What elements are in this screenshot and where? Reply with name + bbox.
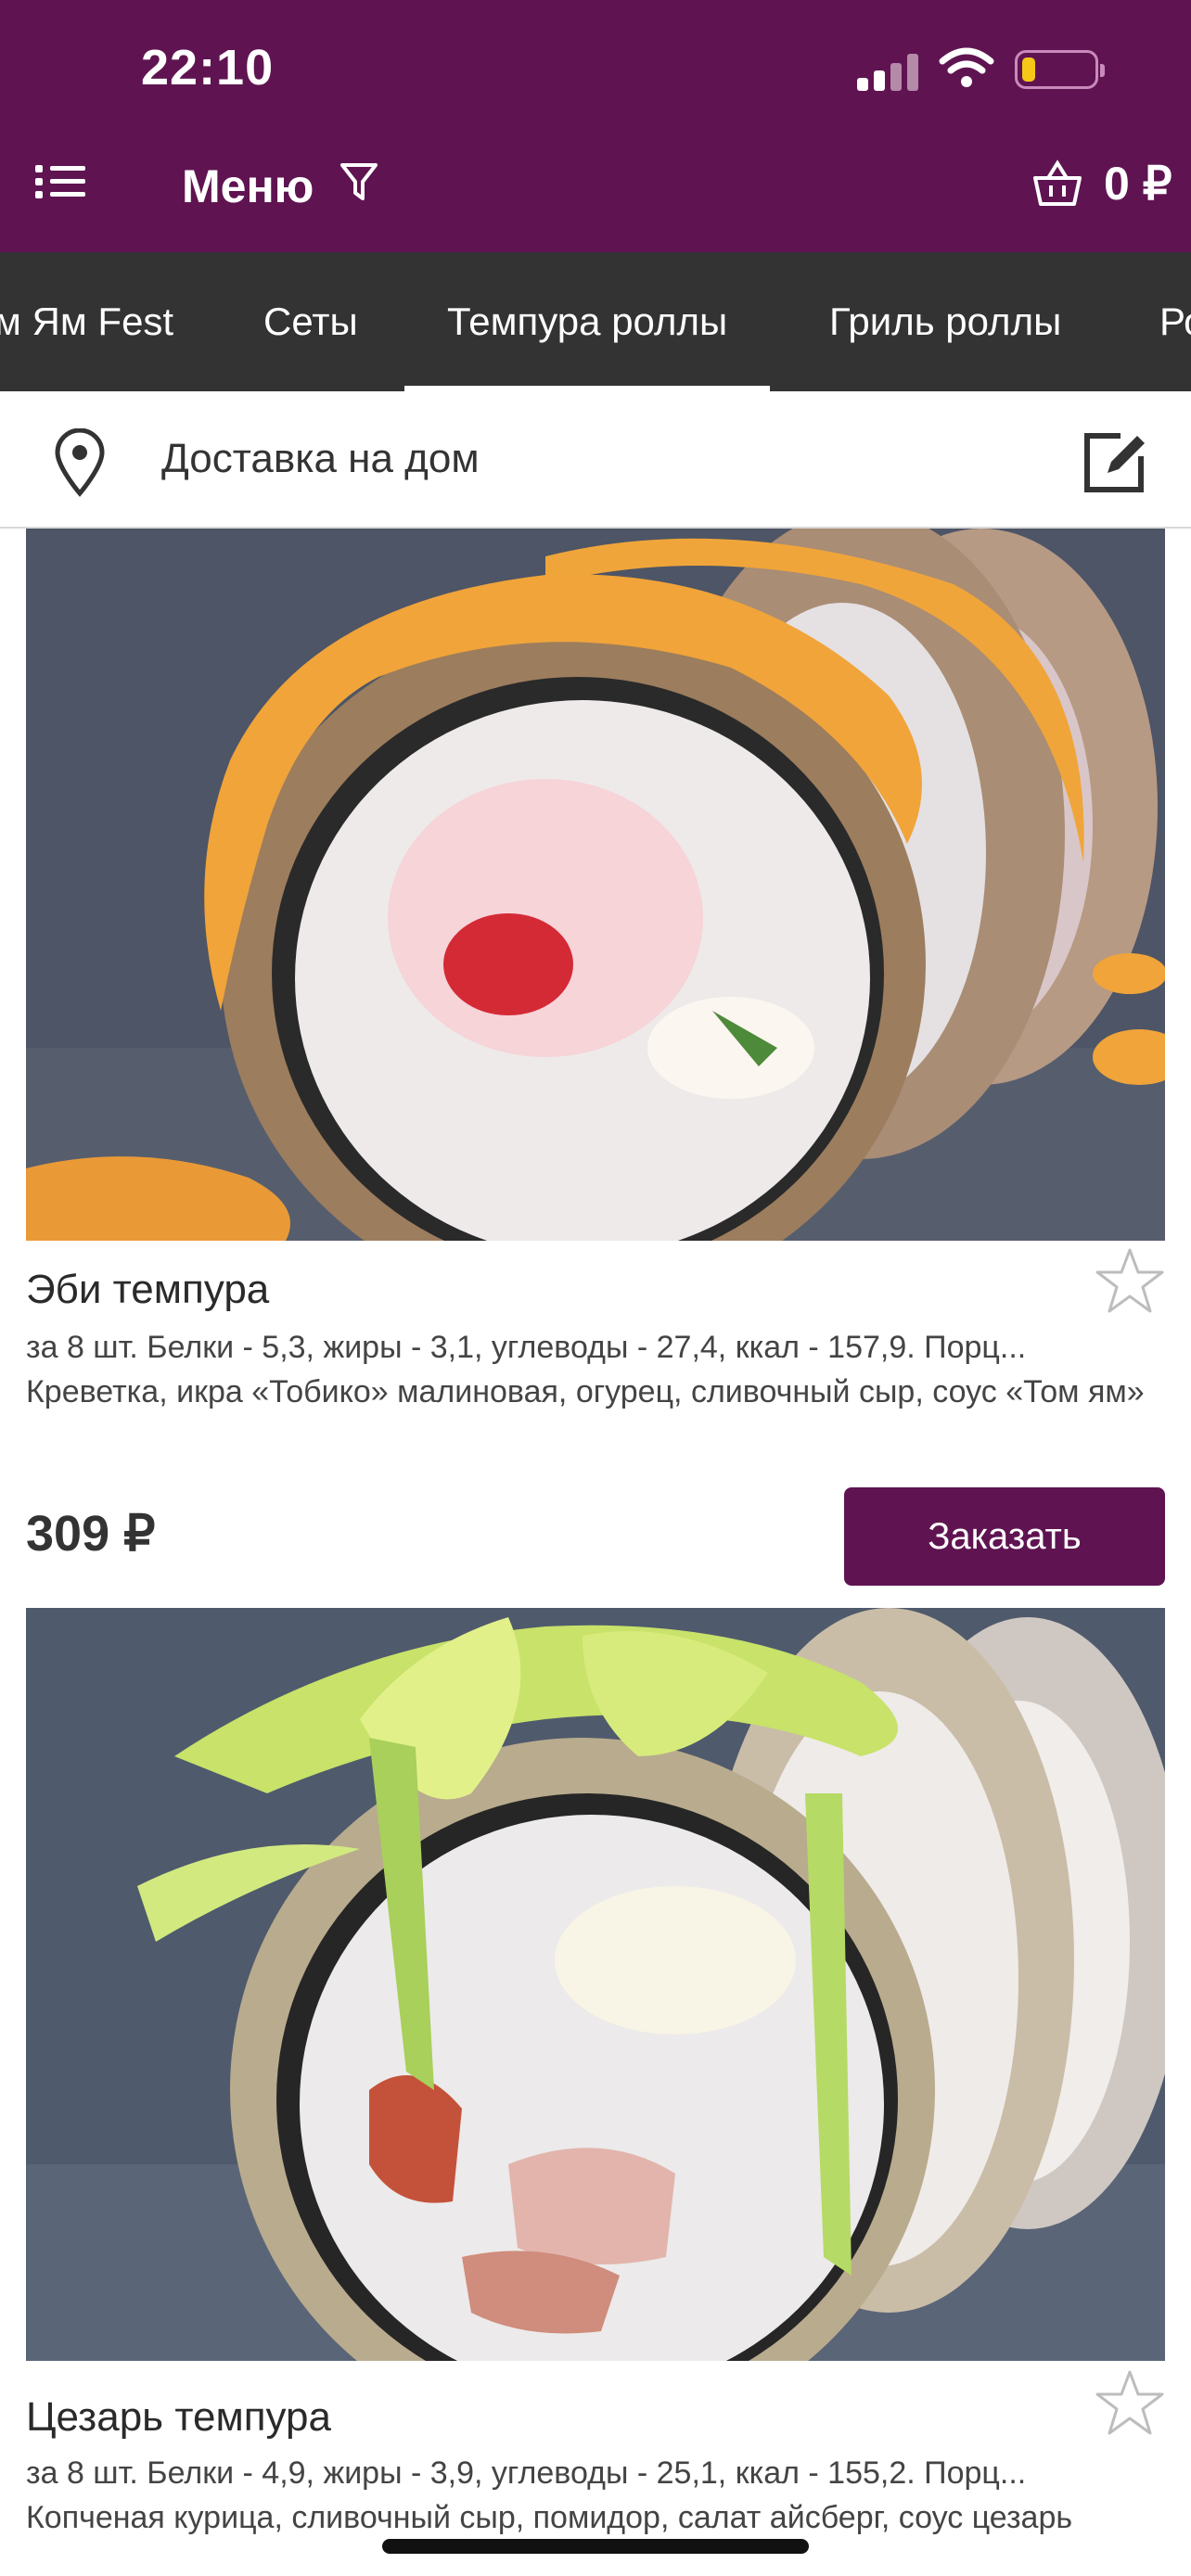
product-photo[interactable] (26, 529, 1165, 1241)
tab-sets[interactable]: Сеты (263, 252, 358, 391)
delivery-selector[interactable]: Доставка на дом (0, 391, 1191, 529)
caesar-tempura-image (26, 1608, 1165, 2361)
order-button[interactable]: Заказать (844, 1487, 1165, 1586)
status-time: 22:10 (141, 40, 275, 96)
tab-tempura-rolls[interactable]: Темпура роллы (403, 252, 771, 391)
favorite-star-icon[interactable] (1095, 2368, 1165, 2437)
product-nutrition: за 8 шт. Белки - 4,9, жиры - 3,9, углево… (26, 2455, 1027, 2491)
home-indicator (382, 2539, 809, 2554)
product-photo[interactable] (26, 1608, 1165, 2361)
product-description: Креветка, икра «Тобико» малиновая, огуре… (26, 1374, 1145, 1409)
cart-button[interactable]: 0 ₽ (1031, 156, 1172, 211)
product-price: 309 ₽ (26, 1506, 156, 1562)
product-name: Эби темпура (26, 1267, 270, 1312)
app-header: 22:10 Меню 0 ₽ (0, 0, 1191, 252)
map-pin-icon (55, 428, 105, 497)
page-title: Меню (182, 160, 314, 212)
tab-grill-rolls[interactable]: Гриль роллы (829, 252, 1061, 391)
ebi-tempura-image (26, 529, 1165, 1241)
list-menu-icon[interactable] (35, 158, 91, 204)
cart-total: 0 ₽ (1104, 158, 1172, 210)
filter-icon[interactable] (339, 161, 378, 204)
edit-square-icon[interactable] (1080, 428, 1148, 497)
favorite-star-icon[interactable] (1095, 1246, 1165, 1315)
wifi-icon (939, 47, 994, 87)
delivery-label: Доставка на дом (161, 436, 480, 481)
category-tabs: м Ям Fest Сеты Темпура роллы Гриль роллы… (0, 252, 1191, 391)
product-card: Эби темпура за 8 шт. Белки - 5,3, жиры -… (26, 529, 1165, 1595)
battery-icon (1015, 50, 1105, 89)
tab-rolls[interactable]: Ро (1159, 252, 1191, 391)
product-name: Цезарь темпура (26, 2394, 331, 2440)
tab-tom-yam-fest[interactable]: м Ям Fest (0, 252, 173, 391)
product-card: Цезарь темпура за 8 шт. Белки - 4,9, жир… (26, 1608, 1165, 2576)
product-nutrition: за 8 шт. Белки - 5,3, жиры - 3,1, углево… (26, 1330, 1027, 1365)
basket-icon (1033, 159, 1082, 206)
cellular-signal-icon (857, 54, 920, 91)
product-description: Копченая курица, сливочный сыр, помидор,… (26, 2500, 1073, 2535)
